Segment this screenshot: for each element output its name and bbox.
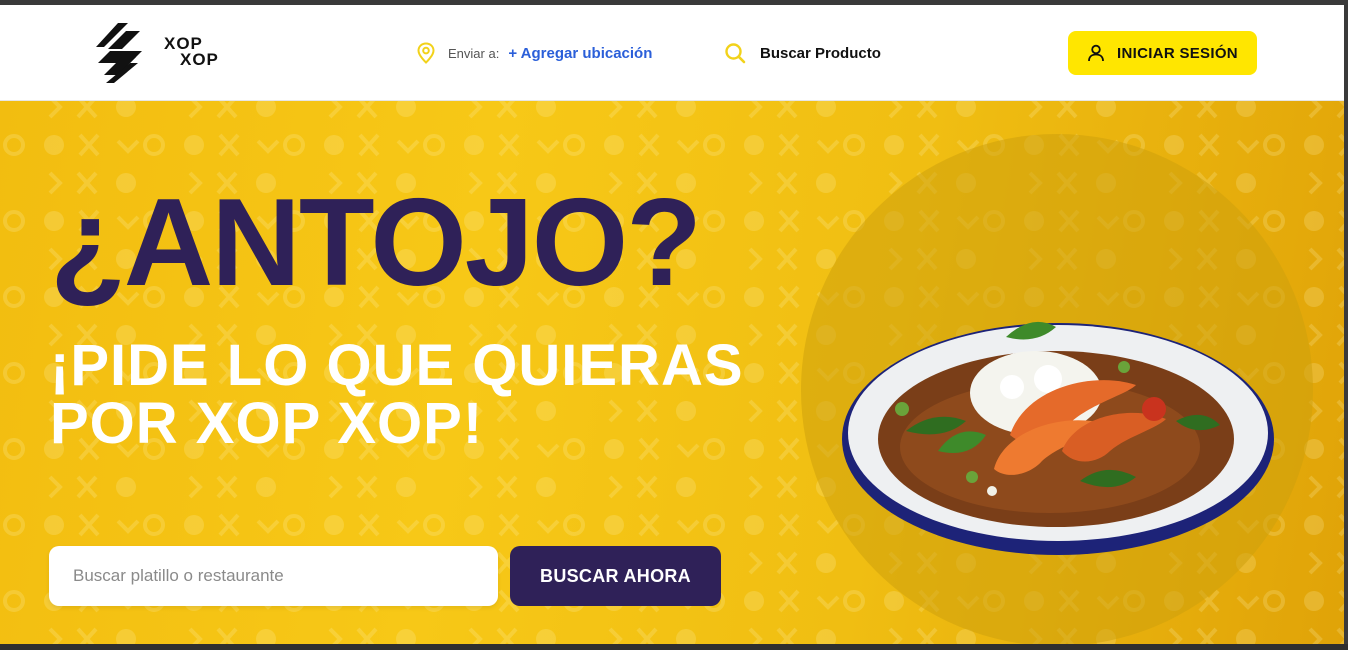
- search-product-label: Buscar Producto: [760, 44, 881, 62]
- brand-wordmark-line2: XOP: [180, 50, 219, 69]
- search-icon: [725, 43, 746, 64]
- xopxop-logo-mark-icon: [96, 23, 142, 83]
- delivery-location: Enviar a: + Agregar ubicación: [416, 41, 652, 65]
- hero-banner: ¿ANTOJO? ¡PIDE LO QUE QUIERAS POR XOP XO…: [0, 101, 1344, 644]
- search-now-button[interactable]: BUSCAR AHORA: [510, 546, 721, 606]
- login-label: INICIAR SESIÓN: [1117, 44, 1238, 62]
- shrimp-curry-dish-image: [842, 321, 1274, 555]
- site-header: XOP XOP Enviar a: + Agregar ubicación Bu…: [0, 5, 1344, 101]
- brand-logo[interactable]: XOP XOP: [96, 23, 236, 83]
- add-location-link[interactable]: + Agregar ubicación: [508, 45, 652, 62]
- deliver-to-label: Enviar a:: [448, 45, 500, 61]
- window-bottom-edge: [0, 644, 1348, 650]
- user-icon: [1088, 44, 1104, 62]
- search-product-link[interactable]: Buscar Producto: [724, 41, 881, 65]
- window-right-edge: [1344, 5, 1348, 650]
- hero-headline: ¿ANTOJO?: [50, 174, 702, 312]
- login-button[interactable]: INICIAR SESIÓN: [1068, 31, 1257, 75]
- brand-wordmark: XOP XOP: [164, 35, 219, 69]
- dish-search-input[interactable]: [49, 546, 498, 606]
- hero-subline: ¡PIDE LO QUE QUIERAS POR XOP XOP!: [50, 333, 744, 456]
- map-pin-icon: [417, 42, 435, 64]
